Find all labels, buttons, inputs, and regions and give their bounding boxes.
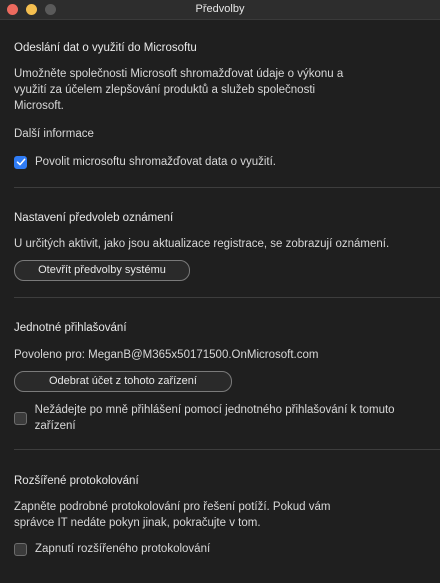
open-system-preferences-button[interactable]: Otevřít předvolby systému [14,260,190,281]
allow-usage-data-row[interactable]: Povolit microsoftu shromažďovat data o v… [14,154,426,170]
preferences-window: Předvolby Odeslání dat o využití do Micr… [0,0,440,583]
extended-logging-label: Zapnutí rozšířeného protokolování [35,543,211,555]
allow-usage-data-checkbox[interactable] [14,155,27,169]
title-bar: Předvolby [0,0,440,20]
data-sharing-description: Umožněte společnosti Microsoft shromažďo… [14,68,344,112]
logging-heading: Rozšířené protokolování [14,475,139,487]
data-sharing-heading: Odeslání dat o využití do Microsoftu [14,42,197,54]
dont-ask-sso-row[interactable]: Nežádejte po mně přihlášení pomocí jedno… [14,402,426,434]
more-info-link[interactable]: Další informace [14,126,426,142]
logging-section: Rozšířené protokolování Zapněte podrobné… [0,450,440,557]
notifications-heading: Nastavení předvoleb oznámení [14,212,174,224]
data-sharing-section: Odeslání dat o využití do Microsoftu Umo… [0,20,440,170]
remove-account-button[interactable]: Odebrat účet z tohoto zařízení [14,371,232,392]
window-title: Předvolby [195,3,245,15]
sso-enabled-for: Povoleno pro: MeganB@M365x50171500.OnMic… [14,349,319,361]
logging-description: Zapněte podrobné protokolování pro řešen… [14,501,331,529]
allow-usage-data-label: Povolit microsoftu shromažďovat data o v… [35,156,277,168]
dont-ask-sso-label: Nežádejte po mně přihlášení pomocí jedno… [34,404,395,432]
notifications-description: U určitých aktivit, jako jsou aktualizac… [14,238,390,250]
checkmark-icon [16,158,25,166]
extended-logging-row[interactable]: Zapnutí rozšířeného protokolování [14,541,426,557]
extended-logging-checkbox[interactable] [14,542,27,556]
dont-ask-sso-checkbox[interactable] [14,411,27,425]
sso-section: Jednotné přihlašování Povoleno pro: Mega… [0,298,440,434]
sso-heading: Jednotné přihlašování [14,322,127,334]
notifications-section: Nastavení předvoleb oznámení U určitých … [0,188,440,281]
